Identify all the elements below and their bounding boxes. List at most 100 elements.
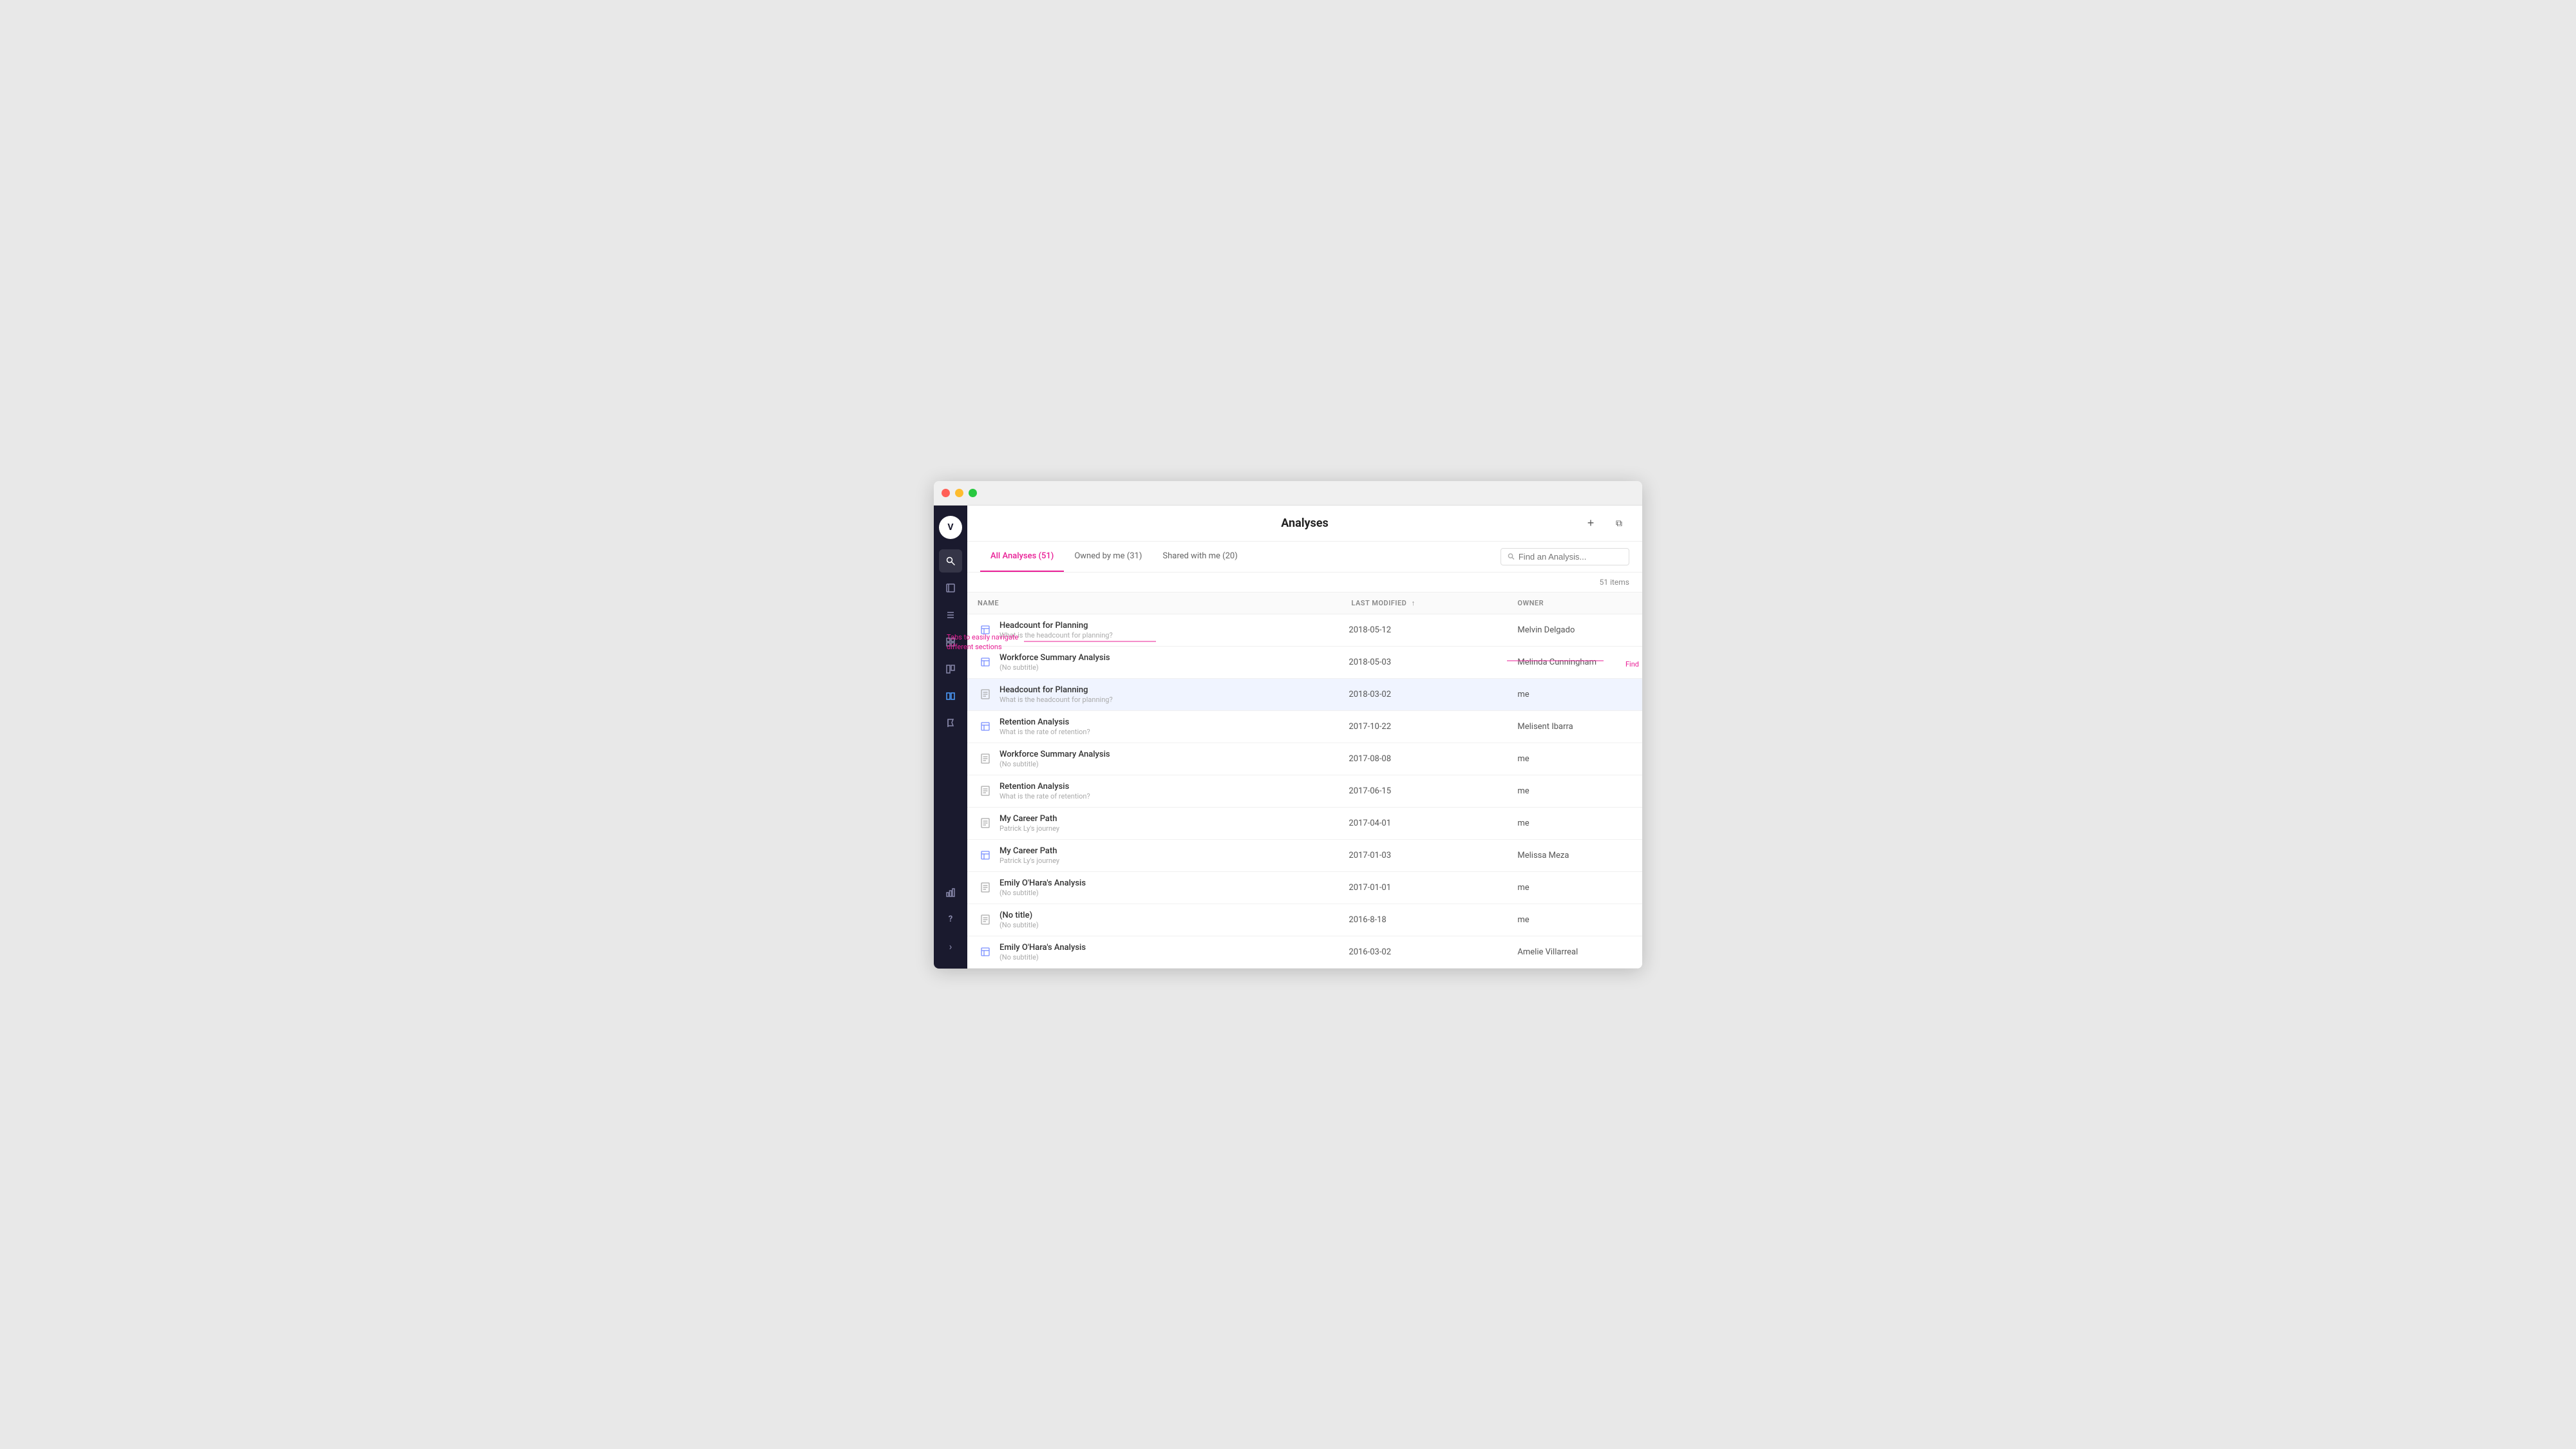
tab-owned[interactable]: Owned by me (31) [1064, 542, 1152, 572]
row-name-primary: My Career Path [999, 846, 1059, 856]
sidebar-icon-list[interactable] [939, 603, 962, 627]
minimize-button[interactable] [955, 489, 963, 497]
table-row[interactable]: Workforce Summary Analysis(No subtitle) 2… [967, 743, 1642, 775]
row-name-secondary: Patrick Ly's journey [999, 824, 1059, 833]
row-icon [978, 848, 993, 863]
col-owner: OWNER [1507, 592, 1642, 614]
row-name-primary: Emily O'Hara's Analysis [999, 943, 1086, 952]
row-modified: 2018-05-03 [1338, 646, 1507, 678]
table-container: NAME LAST MODIFIED ↑ OWNER [967, 592, 1642, 969]
table-row[interactable]: My Career PathPatrick Ly's journey 2017-0… [967, 839, 1642, 871]
row-owner: me [1507, 743, 1642, 775]
row-owner: me [1507, 871, 1642, 904]
table-row[interactable]: Workforce Summary Analysis(No subtitle) 2… [967, 646, 1642, 678]
row-modified: 2017-04-01 [1338, 807, 1507, 839]
avatar-initials: V [947, 522, 953, 533]
sidebar-icon-expand[interactable]: › [939, 935, 962, 958]
row-owner: Melisent Ibarra [1507, 710, 1642, 743]
row-icon [978, 719, 993, 734]
row-modified: 2016-8-18 [1338, 904, 1507, 936]
row-owner: Melissa Meza [1507, 839, 1642, 871]
search-icon [1508, 553, 1515, 560]
filter-bar: All Analyses (51) Owned by me (31) Share… [967, 542, 1642, 573]
row-modified: 2017-01-01 [1338, 871, 1507, 904]
row-name-secondary: (No subtitle) [999, 889, 1086, 897]
top-bar-actions: + ⧉ [1580, 513, 1629, 533]
col-name: NAME [967, 592, 1338, 614]
row-modified: 2016-03-02 [1338, 936, 1507, 968]
sidebar-icon-layers[interactable] [939, 685, 962, 708]
row-icon [978, 654, 993, 670]
row-modified: 2018-05-12 [1338, 614, 1507, 646]
row-name-secondary: What is the rate of retention? [999, 792, 1090, 800]
row-owner: me [1507, 775, 1642, 807]
close-button[interactable] [942, 489, 950, 497]
sidebar-icon-help[interactable]: ? [939, 908, 962, 931]
row-name-secondary: (No subtitle) [999, 663, 1110, 672]
search-input[interactable] [1519, 552, 1622, 562]
row-modified: 2018-03-02 [1338, 678, 1507, 710]
row-modified: 2017-01-03 [1338, 839, 1507, 871]
row-name-primary: Workforce Summary Analysis [999, 750, 1110, 759]
row-name-primary: (No title) [999, 911, 1039, 920]
table-row[interactable]: Emily O'Hara's Analysis(No subtitle) 2017… [967, 871, 1642, 904]
row-name-primary: Headcount for Planning [999, 621, 1113, 630]
col-modified[interactable]: LAST MODIFIED ↑ [1338, 592, 1507, 614]
title-bar [934, 481, 1642, 506]
row-icon [978, 751, 993, 766]
maximize-button[interactable] [969, 489, 977, 497]
row-modified: 2017-08-08 [1338, 743, 1507, 775]
search-box[interactable] [1501, 548, 1629, 565]
row-icon [978, 880, 993, 895]
row-icon [978, 815, 993, 831]
row-name-secondary: What is the rate of retention? [999, 728, 1090, 736]
row-owner: Melvin Delgado [1507, 614, 1642, 646]
table-row[interactable]: Retention AnalysisWhat is the rate of re… [967, 775, 1642, 807]
tab-all[interactable]: All Analyses (51) [980, 542, 1064, 572]
main-content: Analyses + ⧉ All Analyses (51) Owned by … [967, 506, 1642, 969]
row-icon [978, 783, 993, 799]
top-bar: Analyses + ⧉ [967, 506, 1642, 542]
row-name-primary: Retention Analysis [999, 717, 1090, 727]
row-icon [978, 944, 993, 960]
table-row[interactable]: Retention AnalysisWhat is the rate of re… [967, 710, 1642, 743]
row-name-primary: Headcount for Planning [999, 685, 1113, 695]
tab-shared[interactable]: Shared with me (20) [1152, 542, 1247, 572]
sidebar-icon-book[interactable] [939, 576, 962, 600]
table-header-row: NAME LAST MODIFIED ↑ OWNER [967, 592, 1642, 614]
row-name-secondary: What is the headcount for planning? [999, 696, 1113, 704]
row-owner: me [1507, 678, 1642, 710]
sidebar-icon-search[interactable] [939, 549, 962, 573]
row-icon [978, 912, 993, 927]
table-row[interactable]: Headcount for PlanningWhat is the headco… [967, 678, 1642, 710]
row-owner: me [1507, 807, 1642, 839]
table-row[interactable]: My Career PathPatrick Ly's journey 2017-0… [967, 807, 1642, 839]
row-name-primary: Emily O'Hara's Analysis [999, 878, 1086, 888]
row-name-secondary: (No subtitle) [999, 921, 1039, 929]
table-row[interactable]: Headcount for PlanningWhat is the headco… [967, 614, 1642, 646]
row-name-secondary: Patrick Ly's journey [999, 857, 1059, 865]
tabs: All Analyses (51) Owned by me (31) Share… [980, 542, 1248, 572]
row-owner: Melinda Cunningham [1507, 646, 1642, 678]
add-button[interactable]: + [1580, 513, 1601, 533]
row-owner: me [1507, 904, 1642, 936]
row-modified: 2017-06-15 [1338, 775, 1507, 807]
row-name-primary: My Career Path [999, 814, 1059, 824]
sidebar: V [934, 506, 967, 969]
page-title: Analyses [1281, 516, 1329, 530]
sidebar-icon-chart[interactable] [939, 881, 962, 904]
find-label: Find [1625, 660, 1639, 668]
row-name-primary: Retention Analysis [999, 782, 1090, 791]
analyses-table: NAME LAST MODIFIED ↑ OWNER [967, 592, 1642, 969]
sidebar-icon-flag[interactable] [939, 712, 962, 735]
table-row[interactable]: (No title)(No subtitle) 2016-8-18me [967, 904, 1642, 936]
row-name-secondary: (No subtitle) [999, 760, 1110, 768]
item-count: 51 items [967, 573, 1642, 592]
row-icon [978, 687, 993, 702]
row-name-secondary: (No subtitle) [999, 953, 1086, 961]
sidebar-icon-grid[interactable] [939, 658, 962, 681]
row-name-primary: Workforce Summary Analysis [999, 653, 1110, 663]
export-button[interactable]: ⧉ [1609, 513, 1629, 533]
avatar[interactable]: V [939, 516, 962, 539]
table-row[interactable]: Emily O'Hara's Analysis(No subtitle) 2016… [967, 936, 1642, 968]
